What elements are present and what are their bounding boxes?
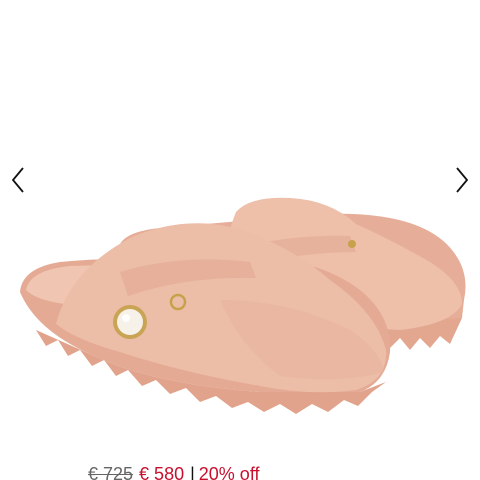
- sale-price: € 580: [139, 464, 185, 480]
- price-bar: € 725 € 580 | 20% off: [0, 452, 480, 480]
- previous-image-button[interactable]: [4, 164, 32, 196]
- discount-label: 20% off: [198, 464, 260, 480]
- price-separator: |: [190, 464, 195, 480]
- chevron-left-icon: [11, 167, 24, 193]
- product-image: [20, 197, 466, 414]
- chevron-right-icon: [456, 167, 469, 193]
- original-price: € 725: [88, 464, 134, 480]
- product-gallery: [0, 0, 480, 452]
- price-row: € 725 € 580 | 20% off: [88, 463, 260, 480]
- next-image-button[interactable]: [448, 164, 476, 196]
